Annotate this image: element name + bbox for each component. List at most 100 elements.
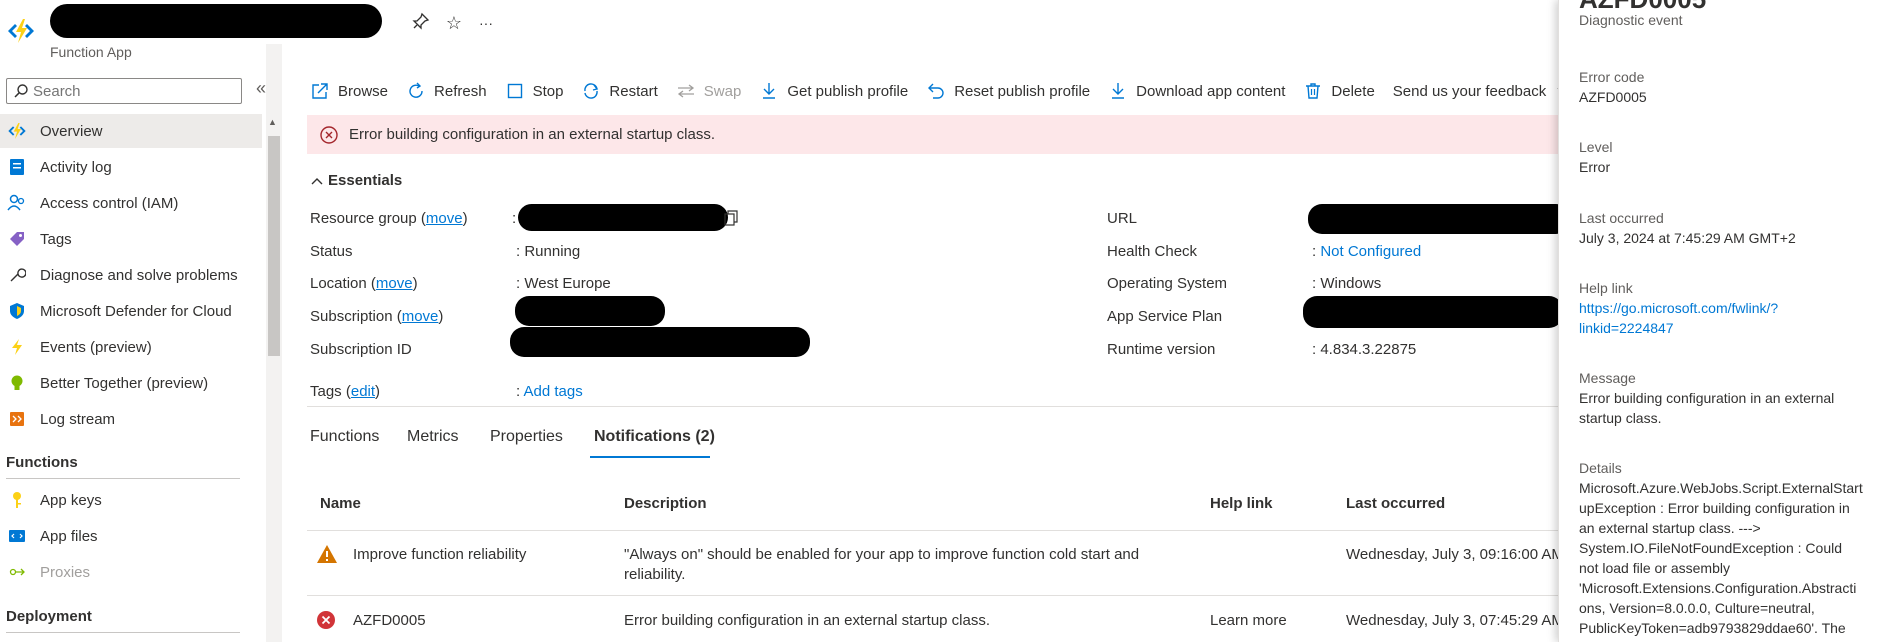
notification-description: "Always on" should be enabled for your a… <box>624 546 1140 563</box>
notification-description-cont: reliability. <box>624 566 686 583</box>
os-value-text: Windows <box>1320 275 1382 292</box>
essentials-toggle[interactable]: Essentials <box>310 172 402 189</box>
subscription-id-label: Subscription ID <box>310 341 412 358</box>
open-external-icon <box>310 81 330 101</box>
column-header-description[interactable]: Description <box>624 495 707 512</box>
details-line: ons, Version=8.0.0.0, Culture=neutral, <box>1579 600 1815 616</box>
ellipsis-icon[interactable]: ··· <box>475 12 497 34</box>
sidebar-item-access-control[interactable]: Access control (IAM) <box>0 186 262 220</box>
status-value: : Running <box>516 243 581 260</box>
tab-functions[interactable]: Functions <box>310 428 379 446</box>
tags-edit-link[interactable]: edit <box>351 383 375 400</box>
notification-last-occurred: Wednesday, July 3, 09:16:00 AM <box>1346 546 1564 563</box>
sidebar-item-app-keys[interactable]: App keys <box>0 483 262 517</box>
feedback-button[interactable]: Send us your feedback <box>1393 83 1570 100</box>
status-text: Running <box>524 243 581 260</box>
health-check-link[interactable]: Not Configured <box>1320 243 1421 260</box>
swap-label: Swap <box>703 82 742 100</box>
sidebar: « Overview Activity log Access control (… <box>0 74 283 642</box>
location-value: : West Europe <box>516 275 611 292</box>
chevron-up-icon <box>311 177 323 184</box>
scroll-up-icon[interactable]: ▲ <box>268 117 277 127</box>
undo-icon <box>926 81 946 101</box>
get-publish-profile-label: Get publish profile <box>787 82 909 100</box>
help-link-url-line1[interactable]: https://go.microsoft.com/fwlink/? <box>1579 300 1778 316</box>
sidebar-item-label: Events (preview) <box>40 338 152 356</box>
app-service-plan-label: App Service Plan <box>1107 308 1223 325</box>
function-app-icon <box>8 19 34 43</box>
restart-button[interactable]: Restart <box>581 81 658 101</box>
get-publish-profile-button[interactable]: Get publish profile <box>759 81 908 101</box>
error-icon <box>317 611 335 629</box>
details-line: 'Microsoft.Extensions.Configuration.Abst… <box>1579 580 1857 596</box>
error-code-label: Error code <box>1579 69 1645 85</box>
browse-button[interactable]: Browse <box>310 81 388 101</box>
resource-group-value-redacted <box>518 204 728 231</box>
pin-icon[interactable] <box>410 12 432 34</box>
resource-group-move-link[interactable]: move <box>426 210 463 227</box>
health-check-label: Health Check <box>1107 243 1198 260</box>
search-input[interactable] <box>33 81 233 101</box>
sidebar-item-app-files[interactable]: App files <box>0 519 262 553</box>
runtime-version-text: 4.834.3.22875 <box>1320 341 1417 358</box>
column-header-help-link[interactable]: Help link <box>1210 495 1273 512</box>
learn-more-link[interactable]: Learn more <box>1210 612 1287 629</box>
message-label: Message <box>1579 370 1636 386</box>
subscription-value-redacted <box>515 296 665 326</box>
swap-button[interactable]: Swap <box>676 81 742 101</box>
sidebar-item-activity-log[interactable]: Activity log <box>0 150 262 184</box>
runtime-version-value: : 4.834.3.22875 <box>1312 341 1417 358</box>
star-icon[interactable]: ☆ <box>443 12 465 34</box>
reset-publish-profile-label: Reset publish profile <box>954 82 1091 100</box>
url-label: URL <box>1107 210 1138 227</box>
sidebar-item-events[interactable]: Events (preview) <box>0 330 262 364</box>
search-field[interactable] <box>6 78 242 104</box>
tab-notifications[interactable]: Notifications (2) <box>594 428 715 446</box>
error-code-value: AZFD0005 <box>1579 89 1647 105</box>
os-label: Operating System <box>1107 275 1228 292</box>
refresh-button[interactable]: Refresh <box>406 81 487 101</box>
sidebar-item-tags[interactable]: Tags <box>0 222 262 256</box>
add-tags-link[interactable]: Add tags <box>524 383 583 400</box>
stop-button[interactable]: Stop <box>505 81 563 101</box>
location-move-link[interactable]: move <box>376 275 413 292</box>
details-line: an external startup class. ---> <box>1579 520 1761 536</box>
sidebar-item-proxies[interactable]: Proxies <box>0 555 262 589</box>
tab-metrics[interactable]: Metrics <box>407 428 459 446</box>
sidebar-item-label: App files <box>40 527 98 545</box>
copy-icon[interactable] <box>724 210 738 226</box>
key-icon <box>6 489 28 511</box>
essentials-divider <box>307 406 1558 407</box>
download-app-content-button[interactable]: Download app content <box>1108 81 1285 101</box>
table-row-divider <box>307 595 1558 596</box>
sidebar-item-diagnose[interactable]: Diagnose and solve problems <box>0 258 262 292</box>
sidebar-item-better-together[interactable]: Better Together (preview) <box>0 366 262 400</box>
sidebar-item-overview[interactable]: Overview <box>0 114 262 148</box>
last-occurred-value: July 3, 2024 at 7:45:29 AM GMT+2 <box>1579 230 1796 246</box>
section-functions: Functions <box>6 454 78 471</box>
app-service-plan-redacted <box>1303 296 1563 328</box>
subscription-label: Subscription (move) <box>310 308 444 325</box>
reset-publish-profile-button[interactable]: Reset publish profile <box>926 81 1090 101</box>
help-link-url-line2[interactable]: linkid=2224847 <box>1579 320 1674 336</box>
subscription-move-link[interactable]: move <box>402 308 439 325</box>
lightning-icon <box>6 336 28 358</box>
panel-subtitle: Diagnostic event <box>1579 12 1683 28</box>
location-text: Location <box>310 275 367 292</box>
browse-label: Browse <box>338 82 389 100</box>
sidebar-scroll-thumb[interactable] <box>268 136 280 356</box>
sidebar-item-log-stream[interactable]: Log stream <box>0 402 262 436</box>
log-stream-icon <box>6 408 28 430</box>
restart-label: Restart <box>609 82 658 100</box>
tab-properties[interactable]: Properties <box>490 428 563 446</box>
essentials-title: Essentials <box>328 172 403 189</box>
resource-group-text: Resource group <box>310 210 417 227</box>
column-header-last-occurred[interactable]: Last occurred <box>1346 495 1445 512</box>
delete-button[interactable]: Delete <box>1303 81 1375 101</box>
sidebar-item-defender[interactable]: Microsoft Defender for Cloud <box>0 294 262 328</box>
active-tab-indicator <box>590 456 710 458</box>
section-divider <box>6 478 240 479</box>
help-link-value[interactable]: https://go.microsoft.com/fwlink/? linkid… <box>1579 298 1869 338</box>
column-header-name[interactable]: Name <box>320 495 361 512</box>
health-check-value: : Not Configured <box>1312 243 1422 260</box>
